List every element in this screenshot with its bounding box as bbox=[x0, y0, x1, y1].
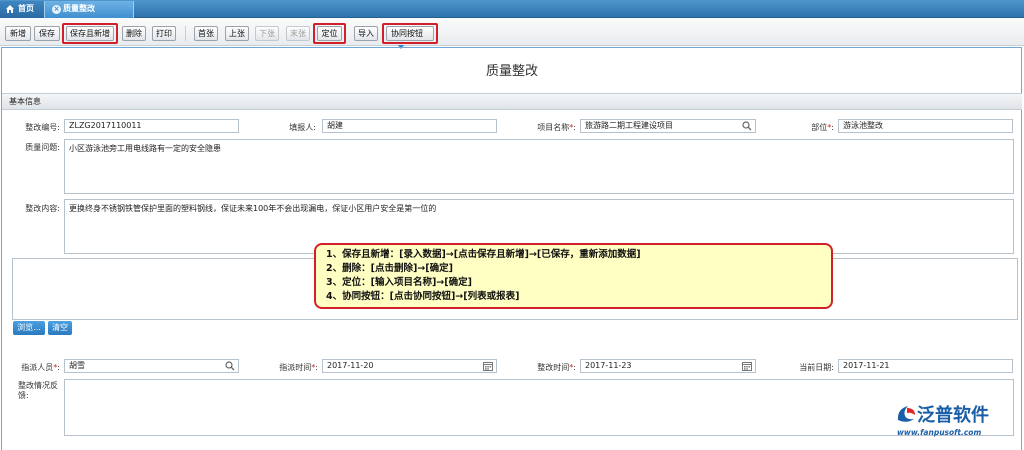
calendar-icon[interactable] bbox=[742, 361, 752, 371]
instruction-note: 1、保存且新增：[录入数据]→[点击保存且新增]→[已保存，重新添加数据] 2、… bbox=[314, 243, 833, 309]
import-button[interactable]: 导入 bbox=[354, 26, 378, 41]
assign-time-label-text: 指派时间 bbox=[279, 363, 312, 372]
assignee-label: 指派人员*: bbox=[10, 362, 60, 373]
feedback-textarea[interactable] bbox=[64, 379, 1014, 436]
delete-button[interactable]: 删除 bbox=[122, 26, 146, 41]
assignee-value: 胡雪 bbox=[69, 361, 85, 370]
assign-time-field[interactable]: 2017-11-20 bbox=[322, 359, 497, 373]
feedback-label-line1: 整改情况反 bbox=[18, 381, 58, 390]
feedback-label: 整改情况反 馈: bbox=[10, 381, 62, 401]
filler-field[interactable]: 胡建 bbox=[322, 119, 497, 133]
dept-label: 部位*: bbox=[790, 122, 834, 133]
toolbar: 新增 保存 保存且新增 删除 打印 首张 上张 下张 末张 定位 导入 协同按钮 bbox=[0, 18, 1024, 49]
rectify-no-label: 整改编号: bbox=[25, 123, 60, 132]
rectify-time-field[interactable]: 2017-11-23 bbox=[580, 359, 756, 373]
next-button[interactable]: 下张 bbox=[255, 26, 279, 41]
rectify-content-label: 整改内容: bbox=[25, 204, 60, 213]
rectify-time-label-text: 整改时间 bbox=[537, 363, 570, 372]
rectify-time-label: 整改时间*: bbox=[518, 362, 576, 373]
project-label-text: 项目名称 bbox=[537, 123, 570, 132]
quality-issue-textarea[interactable]: 小区游泳池旁工用电线路有一定的安全隐患 bbox=[64, 139, 1014, 194]
print-button[interactable]: 打印 bbox=[152, 26, 176, 41]
note-line: 1、保存且新增：[录入数据]→[点击保存且新增]→[已保存，重新添加数据] bbox=[326, 249, 641, 260]
assignee-label-text: 指派人员 bbox=[21, 363, 54, 372]
quality-issue-label: 质量问题: bbox=[25, 143, 60, 152]
prev-button[interactable]: 上张 bbox=[225, 26, 249, 41]
tab-quality-rectify[interactable]: × 质量整改 bbox=[44, 1, 134, 18]
assign-time-label-colon: : bbox=[315, 363, 318, 372]
first-button[interactable]: 首张 bbox=[194, 26, 218, 41]
dept-label-colon: : bbox=[831, 123, 834, 132]
assignee-field[interactable]: 胡雪 bbox=[64, 359, 239, 373]
logo-url: www.fanpusoft.com bbox=[897, 428, 982, 437]
project-label: 项目名称*: bbox=[520, 122, 576, 133]
project-value: 旅游路二期工程建设项目 bbox=[585, 121, 673, 130]
rectify-time-value: 2017-11-23 bbox=[585, 361, 632, 370]
dept-field[interactable]: 游泳池整改 bbox=[838, 119, 1013, 133]
toolbar-divider bbox=[185, 26, 186, 41]
tab-home[interactable]: 首页 bbox=[0, 1, 44, 18]
section-header-basic-info: 基本信息 bbox=[2, 93, 1022, 110]
search-icon[interactable] bbox=[225, 361, 235, 371]
assign-time-value: 2017-11-20 bbox=[327, 361, 374, 370]
tab-bar: 首页 × 质量整改 bbox=[0, 0, 1024, 18]
page-title: 质量整改 bbox=[485, 64, 538, 79]
collab-dropdown-button[interactable]: 协同按钮 bbox=[386, 26, 434, 49]
calendar-icon[interactable] bbox=[483, 361, 493, 371]
project-label-colon: : bbox=[573, 123, 576, 132]
tab-home-label: 首页 bbox=[18, 4, 34, 13]
dept-label-text: 部位 bbox=[811, 123, 828, 132]
home-icon bbox=[6, 5, 14, 13]
current-date-field[interactable]: 2017-11-21 bbox=[838, 359, 1013, 373]
locate-button[interactable]: 定位 bbox=[317, 26, 342, 41]
note-line: 4、协同按钮：[点击协同按钮]→[列表或报表] bbox=[326, 291, 520, 302]
project-field[interactable]: 旅游路二期工程建设项目 bbox=[580, 119, 756, 133]
search-icon[interactable] bbox=[742, 121, 752, 131]
feedback-label-line2: 馈: bbox=[18, 391, 29, 400]
last-button[interactable]: 末张 bbox=[286, 26, 310, 41]
save-and-new-button[interactable]: 保存且新增 bbox=[66, 26, 114, 41]
logo-name: 泛普软件 bbox=[917, 405, 989, 426]
logo-mark-icon bbox=[897, 406, 915, 422]
browse-button[interactable]: 浏览... bbox=[13, 321, 45, 335]
collab-button-label: 协同按钮 bbox=[391, 29, 423, 38]
clear-button[interactable]: 清空 bbox=[48, 321, 72, 335]
rectify-time-label-colon: : bbox=[573, 363, 576, 372]
fanpu-logo: 泛普软件 www.fanpusoft.com bbox=[895, 401, 1021, 445]
current-date-label: 当前日期: bbox=[799, 363, 834, 372]
note-line: 3、定位：[输入项目名称]→[确定] bbox=[326, 277, 472, 288]
save-button[interactable]: 保存 bbox=[34, 26, 60, 41]
assignee-label-colon: : bbox=[57, 363, 60, 372]
close-icon[interactable]: × bbox=[52, 5, 61, 14]
tab-quality-rectify-label: 质量整改 bbox=[63, 4, 95, 13]
new-button[interactable]: 新增 bbox=[5, 26, 31, 41]
assign-time-label: 指派时间*: bbox=[262, 362, 318, 373]
rectify-no-field[interactable]: ZLZG2017110011 bbox=[64, 119, 239, 133]
filler-label: 填报人: bbox=[289, 123, 316, 132]
note-line: 2、删除：[点击删除]→[确定] bbox=[326, 263, 453, 274]
